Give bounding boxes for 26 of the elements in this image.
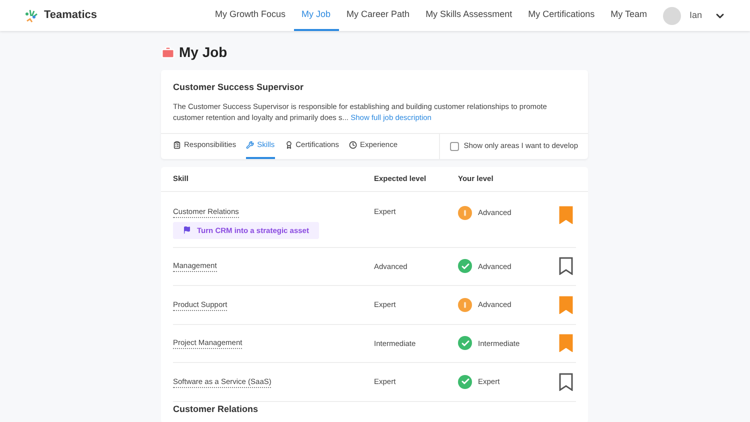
page-title: My Job bbox=[179, 43, 228, 62]
tools-icon bbox=[246, 141, 254, 149]
warning-icon bbox=[458, 298, 472, 312]
job-title: Customer Success Supervisor bbox=[173, 81, 305, 94]
nav-tab[interactable]: My Job bbox=[294, 0, 339, 31]
briefcase-icon bbox=[161, 46, 175, 60]
bookmark-icon[interactable] bbox=[559, 372, 573, 391]
check-icon bbox=[458, 259, 472, 274]
nav-tab[interactable]: My Skills Assessment bbox=[418, 0, 520, 31]
nav-tab[interactable]: My Career Path bbox=[338, 0, 418, 31]
check-icon bbox=[458, 374, 472, 389]
nav-tab[interactable]: My Growth Focus bbox=[207, 0, 294, 31]
nav-tab[interactable]: My Team bbox=[602, 0, 655, 31]
avatar[interactable] bbox=[663, 6, 682, 24]
check-icon bbox=[458, 336, 472, 350]
section-heading: Customer Relations bbox=[172, 404, 260, 414]
award-icon bbox=[284, 141, 293, 149]
brand-name: Teamatics bbox=[44, 8, 97, 24]
bookmark-icon[interactable] bbox=[559, 257, 573, 276]
flag-icon bbox=[183, 226, 191, 234]
user-name: Ian bbox=[689, 8, 702, 22]
clipboard-icon bbox=[173, 141, 181, 149]
logo-icon bbox=[24, 8, 40, 24]
clock-icon bbox=[348, 141, 357, 149]
nav-tab[interactable]: My Certifications bbox=[520, 0, 603, 31]
warning-icon bbox=[458, 206, 472, 220]
